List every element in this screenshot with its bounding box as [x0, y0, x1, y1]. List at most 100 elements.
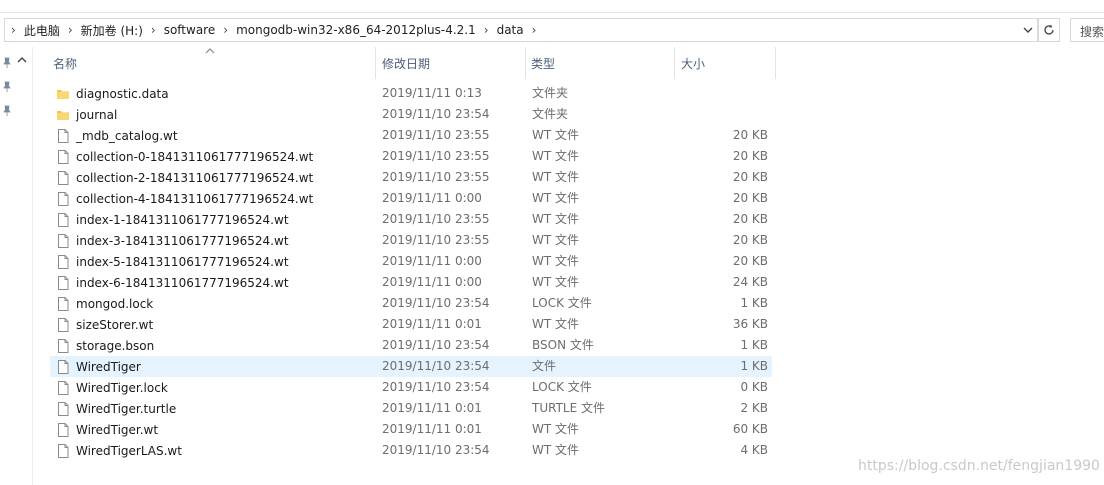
file-type: WT 文件	[532, 170, 580, 184]
chevron-right-icon[interactable]: ›	[223, 23, 228, 37]
file-date: 2019/11/11 0:00	[382, 191, 482, 205]
file-icon	[56, 254, 70, 270]
watermark: https://blog.csdn.net/fengjian1990	[858, 458, 1100, 474]
file-type: TURTLE 文件	[532, 401, 605, 415]
column-header-date-label: 修改日期	[382, 56, 431, 71]
breadcrumb-data[interactable]: data	[497, 23, 524, 37]
breadcrumb-this-pc[interactable]: 此电脑	[24, 22, 60, 39]
column-header-name-label: 名称	[53, 56, 78, 71]
chevron-up-icon[interactable]	[16, 55, 28, 65]
chevron-right-icon: ›	[11, 23, 16, 37]
breadcrumb-drive[interactable]: 新加卷 (H:)	[81, 22, 143, 39]
file-row[interactable]: WiredTiger.lock 2019/11/10 23:54 LOCK 文件…	[50, 377, 772, 398]
file-name: sizeStorer.wt	[76, 317, 154, 332]
file-row[interactable]: journal 2019/11/10 23:54 文件夹	[50, 104, 772, 125]
breadcrumb-software[interactable]: software	[164, 23, 216, 37]
file-row[interactable]: _mdb_catalog.wt 2019/11/10 23:55 WT 文件 2…	[50, 125, 772, 146]
file-row[interactable]: collection-4-1841311061777196524.wt 2019…	[50, 188, 772, 209]
file-name: mongod.lock	[76, 296, 154, 311]
file-row[interactable]: sizeStorer.wt 2019/11/11 0:01 WT 文件 36 K…	[50, 314, 772, 335]
file-name-cell: collection-4-1841311061777196524.wt	[56, 188, 313, 209]
chevron-down-icon[interactable]	[1021, 22, 1035, 38]
file-name-cell: WiredTiger.wt	[56, 419, 158, 440]
file-type: WT 文件	[532, 149, 580, 163]
file-name: _mdb_catalog.wt	[76, 128, 178, 143]
file-type: WT 文件	[532, 254, 580, 268]
file-name-cell: index-5-1841311061777196524.wt	[56, 251, 289, 272]
file-size: 4 KB	[740, 443, 768, 457]
file-date: 2019/11/11 0:01	[382, 422, 482, 436]
file-row[interactable]: collection-0-1841311061777196524.wt 2019…	[50, 146, 772, 167]
navigation-pane[interactable]	[0, 47, 33, 485]
file-row[interactable]: diagnostic.data 2019/11/11 0:13 文件夹	[50, 83, 772, 104]
file-name-cell: WiredTiger	[56, 356, 141, 377]
folder-icon	[56, 107, 70, 123]
column-header-size[interactable]: 大小	[673, 47, 776, 79]
file-icon	[56, 443, 70, 459]
file-size: 1 KB	[740, 359, 768, 373]
chevron-right-icon[interactable]: ›	[484, 23, 489, 37]
chevron-right-icon[interactable]: ›	[532, 23, 537, 37]
file-type: WT 文件	[532, 191, 580, 205]
file-size: 20 KB	[732, 212, 768, 226]
column-header-type[interactable]: 类型	[523, 47, 675, 79]
ribbon-strip	[0, 0, 1104, 12]
file-date: 2019/11/10 23:55	[382, 170, 490, 184]
file-row[interactable]: storage.bson 2019/11/10 23:54 BSON 文件 1 …	[50, 335, 772, 356]
file-name: WiredTiger.wt	[76, 422, 159, 437]
file-row[interactable]: collection-2-1841311061777196524.wt 2019…	[50, 167, 772, 188]
column-header-date[interactable]: 修改日期	[374, 47, 526, 79]
file-size: 20 KB	[732, 149, 768, 163]
file-type: 文件夹	[532, 86, 569, 100]
file-size: 0 KB	[740, 380, 768, 394]
file-row[interactable]: index-6-1841311061777196524.wt 2019/11/1…	[50, 272, 772, 293]
file-icon	[56, 128, 70, 144]
file-row[interactable]: WiredTigerLAS.wt 2019/11/10 23:54 WT 文件 …	[50, 440, 772, 461]
file-icon	[56, 317, 70, 333]
file-name: collection-0-1841311061777196524.wt	[76, 149, 314, 164]
file-row[interactable]: WiredTiger.turtle 2019/11/11 0:01 TURTLE…	[50, 398, 772, 419]
file-size: 36 KB	[732, 317, 768, 331]
file-row[interactable]: index-3-1841311061777196524.wt 2019/11/1…	[50, 230, 772, 251]
address-bar-row: › 此电脑 › 新加卷 (H:) › software › mongodb-wi…	[0, 12, 1104, 47]
file-row[interactable]: index-1-1841311061777196524.wt 2019/11/1…	[50, 209, 772, 230]
chevron-right-icon[interactable]: ›	[151, 23, 156, 37]
file-name-cell: index-3-1841311061777196524.wt	[56, 230, 289, 251]
pin-icon[interactable]	[2, 57, 12, 69]
file-date: 2019/11/11 0:13	[382, 86, 482, 100]
file-name: WiredTigerLAS.wt	[76, 443, 182, 458]
file-date: 2019/11/11 0:00	[382, 254, 482, 268]
file-name-cell: journal	[56, 104, 117, 125]
address-bar[interactable]: › 此电脑 › 新加卷 (H:) › software › mongodb-wi…	[4, 18, 1038, 42]
file-row[interactable]: index-5-1841311061777196524.wt 2019/11/1…	[50, 251, 772, 272]
chevron-right-icon[interactable]: ›	[68, 23, 73, 37]
file-name: journal	[76, 107, 118, 122]
file-row[interactable]: WiredTiger.wt 2019/11/11 0:01 WT 文件 60 K…	[50, 419, 772, 440]
folder-icon	[56, 86, 70, 102]
file-type: WT 文件	[532, 443, 580, 457]
pin-icon[interactable]	[2, 81, 12, 93]
file-type: WT 文件	[532, 275, 580, 289]
file-date: 2019/11/10 23:54	[382, 380, 490, 394]
file-name: index-1-1841311061777196524.wt	[76, 212, 289, 227]
breadcrumb-mongodb[interactable]: mongodb-win32-x86_64-2012plus-4.2.1	[236, 23, 476, 37]
column-header-row: 名称 修改日期 类型 大小	[33, 47, 1104, 79]
column-header-name[interactable]: 名称	[45, 47, 376, 79]
file-name-cell: mongod.lock	[56, 293, 153, 314]
file-date: 2019/11/10 23:55	[382, 128, 490, 142]
search-input[interactable]: 搜索	[1070, 18, 1104, 42]
file-row[interactable]: WiredTiger 2019/11/10 23:54 文件 1 KB	[50, 356, 772, 377]
file-row[interactable]: mongod.lock 2019/11/10 23:54 LOCK 文件 1 K…	[50, 293, 772, 314]
file-date: 2019/11/10 23:55	[382, 149, 490, 163]
file-name-cell: index-6-1841311061777196524.wt	[56, 272, 289, 293]
file-size: 1 KB	[740, 338, 768, 352]
file-size: 20 KB	[732, 233, 768, 247]
file-size: 24 KB	[732, 275, 768, 289]
file-icon	[56, 422, 70, 438]
refresh-button[interactable]	[1038, 18, 1060, 42]
file-date: 2019/11/11 0:00	[382, 275, 482, 289]
file-name: index-3-1841311061777196524.wt	[76, 233, 289, 248]
pin-icon[interactable]	[2, 105, 12, 117]
file-date: 2019/11/10 23:55	[382, 212, 490, 226]
file-name-cell: WiredTiger.lock	[56, 377, 168, 398]
